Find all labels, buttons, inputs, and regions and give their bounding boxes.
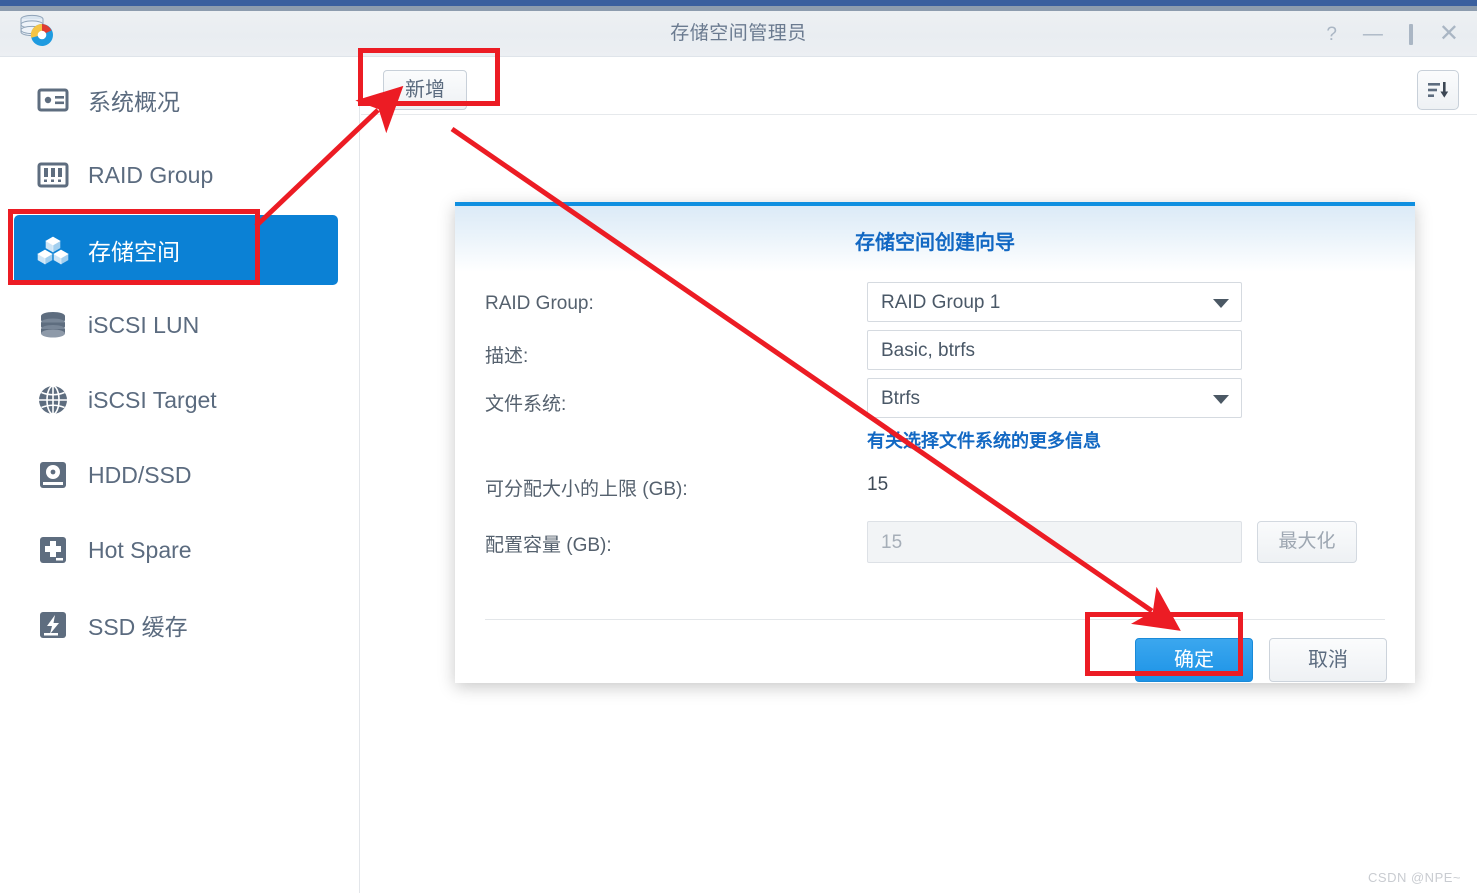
sidebar-item-overview[interactable]: 系统概况 (14, 65, 338, 135)
hard-disk-icon (36, 458, 70, 492)
sidebar-item-storage-space[interactable]: 存储空间 (14, 215, 338, 285)
sidebar-item-label: HDD/SSD (88, 461, 192, 488)
filesystem-select[interactable]: Btrfs (867, 378, 1242, 418)
capacity-value: 15 (881, 532, 903, 553)
max-size-value: 15 (867, 474, 889, 495)
add-button[interactable]: 新增 (383, 70, 467, 110)
dialog-footer: 确定 取消 (1135, 638, 1387, 682)
window-title: 存储空间管理员 (670, 23, 807, 44)
disk-stack-icon (36, 308, 70, 342)
raid-group-value: RAID Group 1 (881, 292, 1001, 313)
sidebar: 系统概况 RAID Group 存储空间 iSCSI LUN iSCSI Tar… (0, 57, 360, 893)
filesystem-value: Btrfs (881, 388, 921, 409)
chevron-down-icon (1213, 395, 1229, 404)
raid-group-select[interactable]: RAID Group 1 (867, 282, 1242, 322)
sidebar-item-label: 系统概况 (88, 89, 180, 115)
sidebar-item-hdd-ssd[interactable]: HDD/SSD (14, 440, 338, 510)
capacity-input[interactable]: 15 (867, 521, 1242, 563)
sidebar-item-label: iSCSI LUN (88, 311, 200, 338)
max-size-label: 可分配大小的上限 (GB): (485, 479, 688, 500)
minimize-icon[interactable]: — (1363, 24, 1383, 44)
sidebar-item-ssd-cache[interactable]: SSD 缓存 (14, 590, 338, 660)
sidebar-item-label: 存储空间 (88, 239, 180, 265)
overview-card-icon (36, 83, 70, 117)
capacity-label: 配置容量 (GB): (485, 535, 612, 556)
storage-manager-window: 存储空间管理员 ? — ✕ 系统概况 RAID Group 存储空间 iSCSI… (0, 0, 1477, 893)
maximize-icon[interactable] (1408, 23, 1413, 45)
help-icon[interactable]: ? (1326, 25, 1337, 44)
description-value: Basic, btrfs (881, 340, 975, 361)
dialog-title: 存储空间创建向导 (855, 232, 1015, 254)
field-label: 文件系统: (485, 394, 567, 415)
sidebar-item-hot-spare[interactable]: Hot Spare (14, 515, 338, 585)
field-row-max-size: 可分配大小的上限 (GB): 15 (455, 472, 1415, 500)
sidebar-item-label: Hot Spare (88, 536, 192, 563)
field-row-filesystem: 文件系统: Btrfs (455, 378, 1415, 420)
ssd-bolt-icon (36, 608, 70, 642)
toolbar: 新增 (361, 57, 1477, 115)
ok-button[interactable]: 确定 (1135, 638, 1253, 682)
chevron-down-icon (1213, 299, 1229, 308)
maximize-button[interactable]: 最大化 (1257, 521, 1357, 563)
sidebar-item-raid-group[interactable]: RAID Group (14, 140, 338, 210)
sort-descending-icon[interactable] (1417, 70, 1459, 110)
filesystem-info-link[interactable]: 有关选择文件系统的更多信息 (867, 427, 1101, 453)
sidebar-item-label: iSCSI Target (88, 386, 217, 413)
field-row-capacity: 配置容量 (GB): 15 最大化 (455, 518, 1415, 563)
sidebar-item-iscsi-target[interactable]: iSCSI Target (14, 365, 338, 435)
sidebar-item-label: SSD 缓存 (88, 614, 188, 640)
dialog-separator (485, 619, 1385, 620)
cancel-button[interactable]: 取消 (1269, 638, 1387, 682)
field-label: 描述: (485, 346, 529, 367)
description-input[interactable]: Basic, btrfs (867, 330, 1242, 370)
create-storage-space-dialog: 存储空间创建向导 RAID Group: RAID Group 1 描述: Ba… (455, 202, 1415, 683)
raid-group-icon (36, 158, 70, 192)
field-row-description: 描述: Basic, btrfs (455, 330, 1415, 372)
close-icon[interactable]: ✕ (1439, 22, 1459, 46)
sidebar-item-label: RAID Group (88, 161, 214, 188)
window-controls: ? — ✕ (1326, 11, 1459, 57)
watermark: CSDN @NPE~ (1368, 870, 1461, 885)
field-row-raid-group: RAID Group: RAID Group 1 (455, 282, 1415, 324)
plus-disk-icon (36, 533, 70, 567)
storage-cubes-icon (36, 233, 70, 267)
globe-icon (36, 383, 70, 417)
field-label: RAID Group: (485, 293, 594, 314)
sidebar-item-iscsi-lun[interactable]: iSCSI LUN (14, 290, 338, 360)
